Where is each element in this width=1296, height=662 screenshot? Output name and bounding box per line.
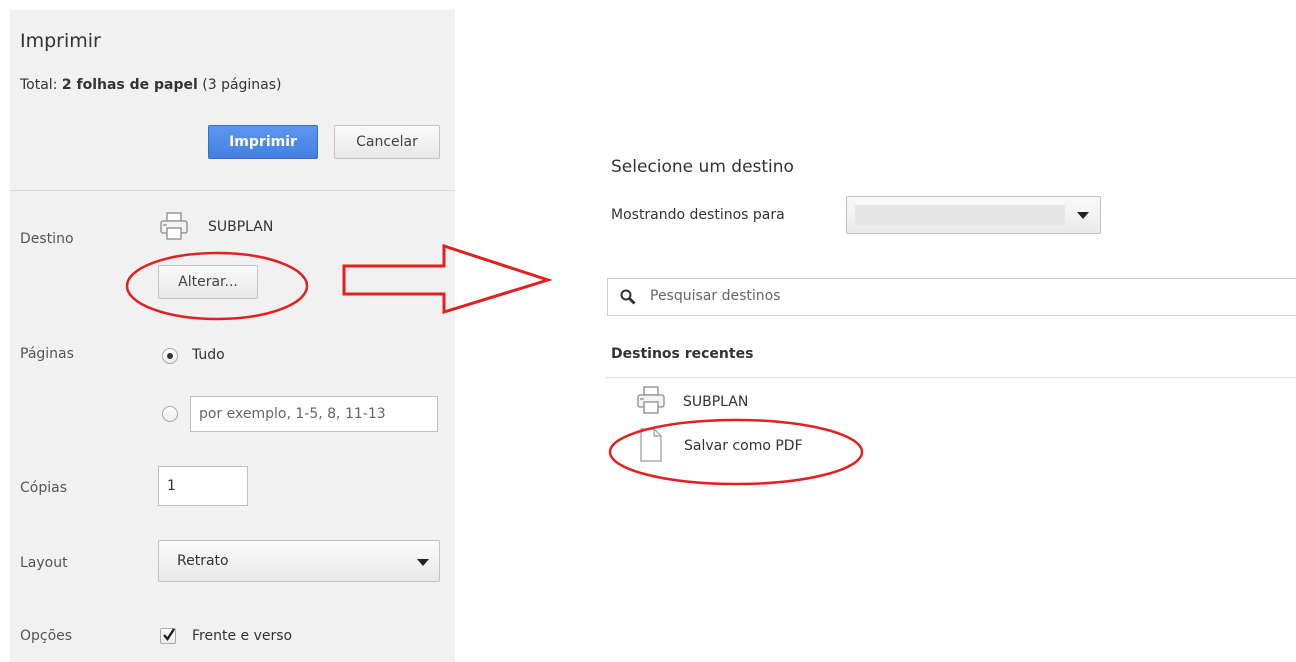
search-icon: [620, 289, 636, 305]
annotation-ellipse-change: [125, 251, 309, 321]
layout-label: Layout: [20, 555, 68, 571]
annotation-ellipse-pdf: [608, 418, 864, 486]
print-button[interactable]: Imprimir: [208, 125, 318, 159]
destination-dialog-title: Selecione um destino: [611, 157, 794, 177]
header-divider: [10, 190, 455, 191]
chevron-down-icon: [1077, 212, 1089, 219]
selected-printer-name: SUBPLAN: [208, 219, 274, 235]
printer-icon: [159, 211, 189, 245]
summary-prefix: Total:: [20, 77, 62, 93]
recent-destination-name: SUBPLAN: [683, 394, 749, 410]
pages-range-radio[interactable]: [162, 406, 178, 422]
duplex-label: Frente e verso: [192, 628, 293, 644]
search-destinations-field[interactable]: Pesquisar destinos: [607, 278, 1296, 316]
recent-destinations-header: Destinos recentes: [611, 346, 754, 362]
account-select[interactable]: [846, 196, 1101, 234]
search-placeholder: Pesquisar destinos: [650, 288, 781, 304]
checkmark-icon: [163, 628, 176, 641]
recent-divider: [605, 377, 1296, 378]
layout-value: Retrato: [177, 553, 229, 569]
pages-label: Páginas: [20, 346, 74, 362]
cancel-button[interactable]: Cancelar: [334, 125, 440, 159]
layout-select[interactable]: Retrato: [158, 540, 440, 582]
annotation-arrow: [342, 243, 553, 315]
pages-range-input[interactable]: por exemplo, 1-5, 8, 11-13: [190, 396, 438, 432]
copies-label: Cópias: [20, 480, 67, 496]
duplex-checkbox[interactable]: [160, 628, 176, 644]
print-summary: Total: 2 folhas de papel (3 páginas): [20, 77, 282, 93]
pages-all-radio[interactable]: [162, 348, 178, 364]
summary-sheets: 2 folhas de papel: [61, 77, 198, 93]
pages-all-label: Tudo: [192, 347, 225, 363]
print-title: Imprimir: [20, 30, 101, 52]
account-value: [855, 205, 1065, 225]
chevron-down-icon: [417, 559, 429, 566]
recent-destination-subplan[interactable]: SUBPLAN: [632, 384, 852, 418]
destination-label: Destino: [20, 231, 74, 247]
copies-input[interactable]: 1: [158, 466, 248, 506]
summary-pages: (3 páginas): [197, 77, 282, 93]
showing-destinations-label: Mostrando destinos para: [611, 207, 785, 223]
options-label: Opções: [20, 628, 73, 644]
